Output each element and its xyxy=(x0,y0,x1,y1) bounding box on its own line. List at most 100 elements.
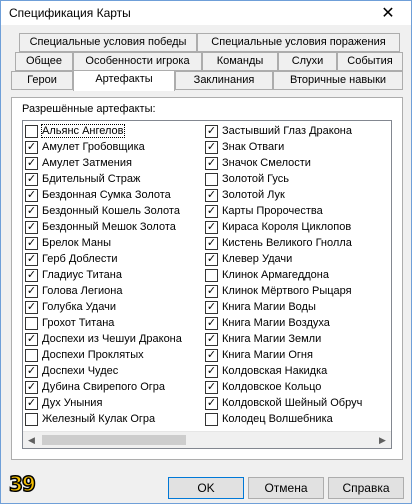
artifact-item[interactable]: ✓ Бездонный Мешок Золота xyxy=(25,219,205,235)
artifact-checkbox[interactable]: ✓ xyxy=(25,204,38,218)
cancel-button[interactable]: Отмена xyxy=(248,477,324,499)
artifact-checkbox[interactable]: ✓ xyxy=(25,172,38,186)
artifact-checkbox[interactable]: ✓ xyxy=(205,124,218,138)
tab-secondary-skills[interactable]: Вторичные навыки xyxy=(273,71,403,90)
artifact-checkbox[interactable] xyxy=(25,316,38,330)
artifact-checkbox[interactable] xyxy=(205,412,218,426)
artifact-item[interactable]: ✓ Карты Пророчества xyxy=(205,203,391,219)
scroll-right-arrow-icon[interactable]: ▶ xyxy=(374,432,391,448)
artifact-checkbox[interactable]: ✓ xyxy=(205,204,218,218)
artifact-item[interactable]: ✓ Колдовское Кольцо xyxy=(205,379,391,395)
artifact-checkbox[interactable]: ✓ xyxy=(205,364,218,378)
artifact-item[interactable]: ✓ Голубка Удачи xyxy=(25,299,205,315)
artifact-item[interactable]: ✓ Доспехи Чудес xyxy=(25,363,205,379)
artifact-checkbox[interactable] xyxy=(25,348,38,362)
artifact-checkbox[interactable]: ✓ xyxy=(205,188,218,202)
tab-events[interactable]: События xyxy=(337,52,403,71)
artifact-checkbox[interactable]: ✓ xyxy=(205,140,218,154)
close-button[interactable]: ✕ xyxy=(365,1,411,25)
artifact-checkbox[interactable]: ✓ xyxy=(205,300,218,314)
tab-special-victory[interactable]: Специальные условия победы xyxy=(19,33,197,52)
artifact-item[interactable]: ✓ Брелок Маны xyxy=(25,235,205,251)
artifact-label: Знак Отваги xyxy=(222,141,285,153)
artifact-checkbox[interactable]: ✓ xyxy=(205,284,218,298)
artifact-checkbox[interactable]: ✓ xyxy=(25,220,38,234)
artifact-checkbox[interactable]: ✓ xyxy=(25,364,38,378)
artifact-item[interactable]: ✓ Клевер Удачи xyxy=(205,251,391,267)
ok-button[interactable]: OK xyxy=(168,477,244,499)
artifact-checkbox[interactable]: ✓ xyxy=(205,380,218,394)
artifact-item[interactable]: ✓ Книга Магии Огня xyxy=(205,347,391,363)
artifact-item[interactable]: ✓ Бездонная Сумка Золота xyxy=(25,187,205,203)
artifact-item[interactable]: Золотой Гусь xyxy=(205,171,391,187)
artifact-checkbox[interactable]: ✓ xyxy=(205,236,218,250)
artifact-item[interactable]: ✓ Доспехи из Чешуи Дракона xyxy=(25,331,205,347)
artifact-checkbox[interactable]: ✓ xyxy=(25,236,38,250)
artifact-item[interactable]: ✓ Амулет Затмения xyxy=(25,155,205,171)
artifact-checkbox[interactable]: ✓ xyxy=(25,332,38,346)
artifact-checkbox[interactable]: ✓ xyxy=(25,156,38,170)
tab-heroes[interactable]: Герои xyxy=(11,71,73,90)
artifact-checkbox[interactable]: ✓ xyxy=(25,188,38,202)
artifact-item[interactable]: ✓ Голова Легиона xyxy=(25,283,205,299)
artifact-checkbox[interactable]: ✓ xyxy=(205,332,218,346)
artifact-item[interactable]: Железный Кулак Огра xyxy=(25,411,205,427)
artifact-label: Колдовская Накидка xyxy=(222,365,328,377)
artifact-checkbox[interactable] xyxy=(205,172,218,186)
artifact-item[interactable]: ✓ Дубина Свирепого Огра xyxy=(25,379,205,395)
tab-special-loss[interactable]: Специальные условия поражения xyxy=(197,33,400,52)
tab-artifacts[interactable]: Артефакты xyxy=(73,70,175,91)
artifact-checkbox[interactable]: ✓ xyxy=(25,252,38,266)
artifact-item[interactable]: ✓ Бездонный Кошель Золота xyxy=(25,203,205,219)
artifact-item[interactable]: ✓ Книга Магии Воды xyxy=(205,299,391,315)
tab-spells[interactable]: Заклинания xyxy=(175,71,273,90)
artifact-checkbox[interactable]: ✓ xyxy=(205,156,218,170)
artifact-item[interactable]: ✓ Кираса Короля Циклопов xyxy=(205,219,391,235)
scrollbar-thumb[interactable] xyxy=(42,435,186,445)
tab-general[interactable]: Общее xyxy=(15,52,73,71)
artifact-item[interactable]: ✓ Колдовская Накидка xyxy=(205,363,391,379)
horizontal-scrollbar[interactable]: ◀ ▶ xyxy=(23,431,391,448)
artifact-checkbox[interactable]: ✓ xyxy=(205,220,218,234)
tab-teams[interactable]: Команды xyxy=(202,52,278,71)
artifact-item[interactable]: ✓ Золотой Лук xyxy=(205,187,391,203)
artifact-item[interactable]: Альянс Ангелов xyxy=(25,123,205,139)
tab-player-features[interactable]: Особенности игрока xyxy=(73,52,202,71)
artifact-item[interactable]: ✓ Книга Магии Воздуха xyxy=(205,315,391,331)
artifact-checkbox[interactable] xyxy=(25,124,38,138)
artifact-item[interactable]: Доспехи Проклятых xyxy=(25,347,205,363)
artifact-item[interactable]: Колодец Волшебника xyxy=(205,411,391,427)
artifact-item[interactable]: ✓ Герб Доблести xyxy=(25,251,205,267)
artifact-item[interactable]: ✓ Гладиус Титана xyxy=(25,267,205,283)
artifact-checkbox[interactable] xyxy=(25,412,38,426)
artifacts-checklist[interactable]: Альянс Ангелов ✓ Амулет Гробовщика ✓ Амулет … xyxy=(22,120,392,449)
artifact-checkbox[interactable]: ✓ xyxy=(205,396,218,410)
artifact-checkbox[interactable]: ✓ xyxy=(25,300,38,314)
artifact-checkbox[interactable] xyxy=(205,268,218,282)
artifact-checkbox[interactable]: ✓ xyxy=(25,140,38,154)
artifact-checkbox[interactable]: ✓ xyxy=(205,252,218,266)
artifact-item[interactable]: ✓ Значок Смелости xyxy=(205,155,391,171)
artifact-label: Клевер Удачи xyxy=(222,253,293,265)
artifact-checkbox[interactable]: ✓ xyxy=(25,268,38,282)
artifact-item[interactable]: ✓ Застывший Глаз Дракона xyxy=(205,123,391,139)
artifact-item[interactable]: ✓ Амулет Гробовщика xyxy=(25,139,205,155)
artifact-checkbox[interactable]: ✓ xyxy=(205,316,218,330)
artifact-item[interactable]: ✓ Знак Отваги xyxy=(205,139,391,155)
help-button[interactable]: Справка xyxy=(328,477,404,499)
artifact-item[interactable]: ✓ Книга Магии Земли xyxy=(205,331,391,347)
artifact-checkbox[interactable]: ✓ xyxy=(25,284,38,298)
tab-rumors[interactable]: Слухи xyxy=(278,52,337,71)
scroll-left-arrow-icon[interactable]: ◀ xyxy=(23,432,40,448)
artifact-item[interactable]: ✓ Колдовской Шейный Обруч xyxy=(205,395,391,411)
artifact-checkbox[interactable]: ✓ xyxy=(25,380,38,394)
artifact-item[interactable]: Клинок Армагеддона xyxy=(205,267,391,283)
artifact-item[interactable]: Грохот Титана xyxy=(25,315,205,331)
artifact-item[interactable]: ✓ Клинок Мёртвого Рыцаря xyxy=(205,283,391,299)
artifact-item[interactable]: ✓ Дух Уныния xyxy=(25,395,205,411)
artifact-checkbox[interactable]: ✓ xyxy=(205,348,218,362)
artifact-item[interactable]: ✓ Кистень Великого Гнолла xyxy=(205,235,391,251)
artifact-item[interactable]: ✓ Бдительный Страж xyxy=(25,171,205,187)
version-badge: 39 xyxy=(8,471,36,497)
artifact-checkbox[interactable]: ✓ xyxy=(25,396,38,410)
